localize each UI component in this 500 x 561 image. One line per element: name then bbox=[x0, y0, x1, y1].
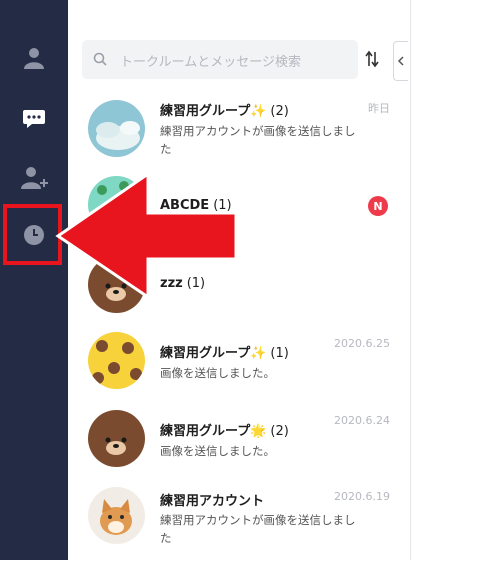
annotation-arrow bbox=[55, 171, 238, 300]
